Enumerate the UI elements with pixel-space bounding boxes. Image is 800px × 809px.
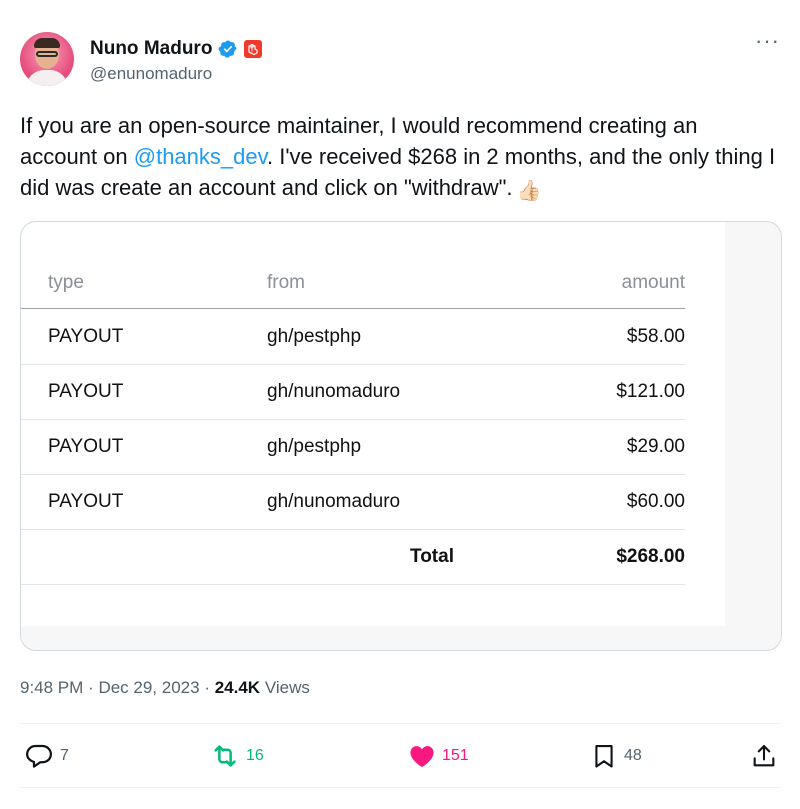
tweet-header: Nuno Maduro @enunomaduro ··· — [20, 30, 780, 92]
cell-amount: $29.00 — [626, 436, 685, 457]
reply-button[interactable]: 7 — [24, 738, 69, 774]
reply-icon — [24, 741, 54, 771]
cell-from: gh/pestphp — [267, 436, 362, 457]
cell-from: gh/nunomaduro — [267, 381, 401, 402]
repost-icon — [210, 741, 240, 771]
total-label: Total — [410, 546, 454, 567]
bookmark-icon — [590, 742, 618, 770]
cell-from: gh/pestphp — [267, 326, 362, 347]
like-count: 151 — [442, 747, 469, 764]
tweet-time[interactable]: 9:48 PM — [20, 678, 83, 697]
meta-separator: · — [88, 678, 99, 697]
like-button[interactable]: 151 — [408, 738, 469, 774]
cell-amount: $121.00 — [616, 381, 685, 402]
table-row: PAYOUT gh/nunomaduro $60.00 — [21, 474, 685, 530]
tweet-meta: 9:48 PM · Dec 29, 2023 · 24.4K Views — [20, 678, 310, 698]
views-count: 24.4K — [214, 678, 261, 697]
verified-badge-icon[interactable] — [218, 39, 238, 59]
action-bar: 7 16 151 48 — [20, 738, 780, 778]
views-label: Views — [264, 678, 310, 697]
cell-type: PAYOUT — [48, 326, 124, 347]
divider — [20, 723, 780, 724]
cell-amount: $60.00 — [626, 491, 685, 512]
cell-from: gh/nunomaduro — [267, 491, 401, 512]
table-total-row: Total $268.00 — [21, 529, 685, 585]
media-image[interactable]: type from amount PAYOUT gh/pestphp $58.0… — [20, 221, 782, 651]
payout-table: type from amount PAYOUT gh/pestphp $58.0… — [21, 222, 727, 628]
avatar[interactable] — [20, 32, 74, 86]
table-row: PAYOUT gh/nunomaduro $121.00 — [21, 364, 685, 420]
cell-type: PAYOUT — [48, 381, 124, 402]
cell-type: PAYOUT — [48, 491, 124, 512]
author-name-row: Nuno Maduro — [90, 37, 263, 61]
total-amount: $268.00 — [616, 546, 685, 567]
more-icon[interactable]: ··· — [755, 30, 780, 52]
share-button[interactable] — [750, 738, 778, 774]
share-icon — [750, 742, 778, 770]
tweet-text: If you are an open-source maintainer, I … — [20, 110, 780, 207]
tweet-date[interactable]: Dec 29, 2023 — [98, 678, 199, 697]
meta-separator: · — [204, 678, 215, 697]
column-header-type: type — [48, 272, 84, 293]
reply-count: 7 — [60, 747, 69, 764]
table-row: PAYOUT gh/pestphp $29.00 — [21, 419, 685, 475]
column-header-from: from — [267, 272, 305, 293]
heart-icon — [408, 742, 436, 770]
repost-count: 16 — [246, 747, 264, 764]
author-name[interactable]: Nuno Maduro — [90, 38, 212, 60]
divider — [20, 787, 780, 788]
bookmark-button[interactable]: 48 — [590, 738, 642, 774]
author-handle[interactable]: @enunomaduro — [90, 64, 212, 84]
mention-link[interactable]: @thanks_dev — [134, 144, 267, 169]
cell-type: PAYOUT — [48, 436, 124, 457]
thumbs-up-icon: 👍🏻 — [516, 180, 542, 202]
repost-button[interactable]: 16 — [210, 738, 264, 774]
cell-amount: $58.00 — [626, 326, 685, 347]
bookmark-count: 48 — [624, 747, 642, 764]
column-header-amount: amount — [621, 272, 685, 293]
table-row: PAYOUT gh/pestphp $58.00 — [21, 309, 685, 365]
laravel-logo-icon[interactable] — [244, 40, 263, 58]
